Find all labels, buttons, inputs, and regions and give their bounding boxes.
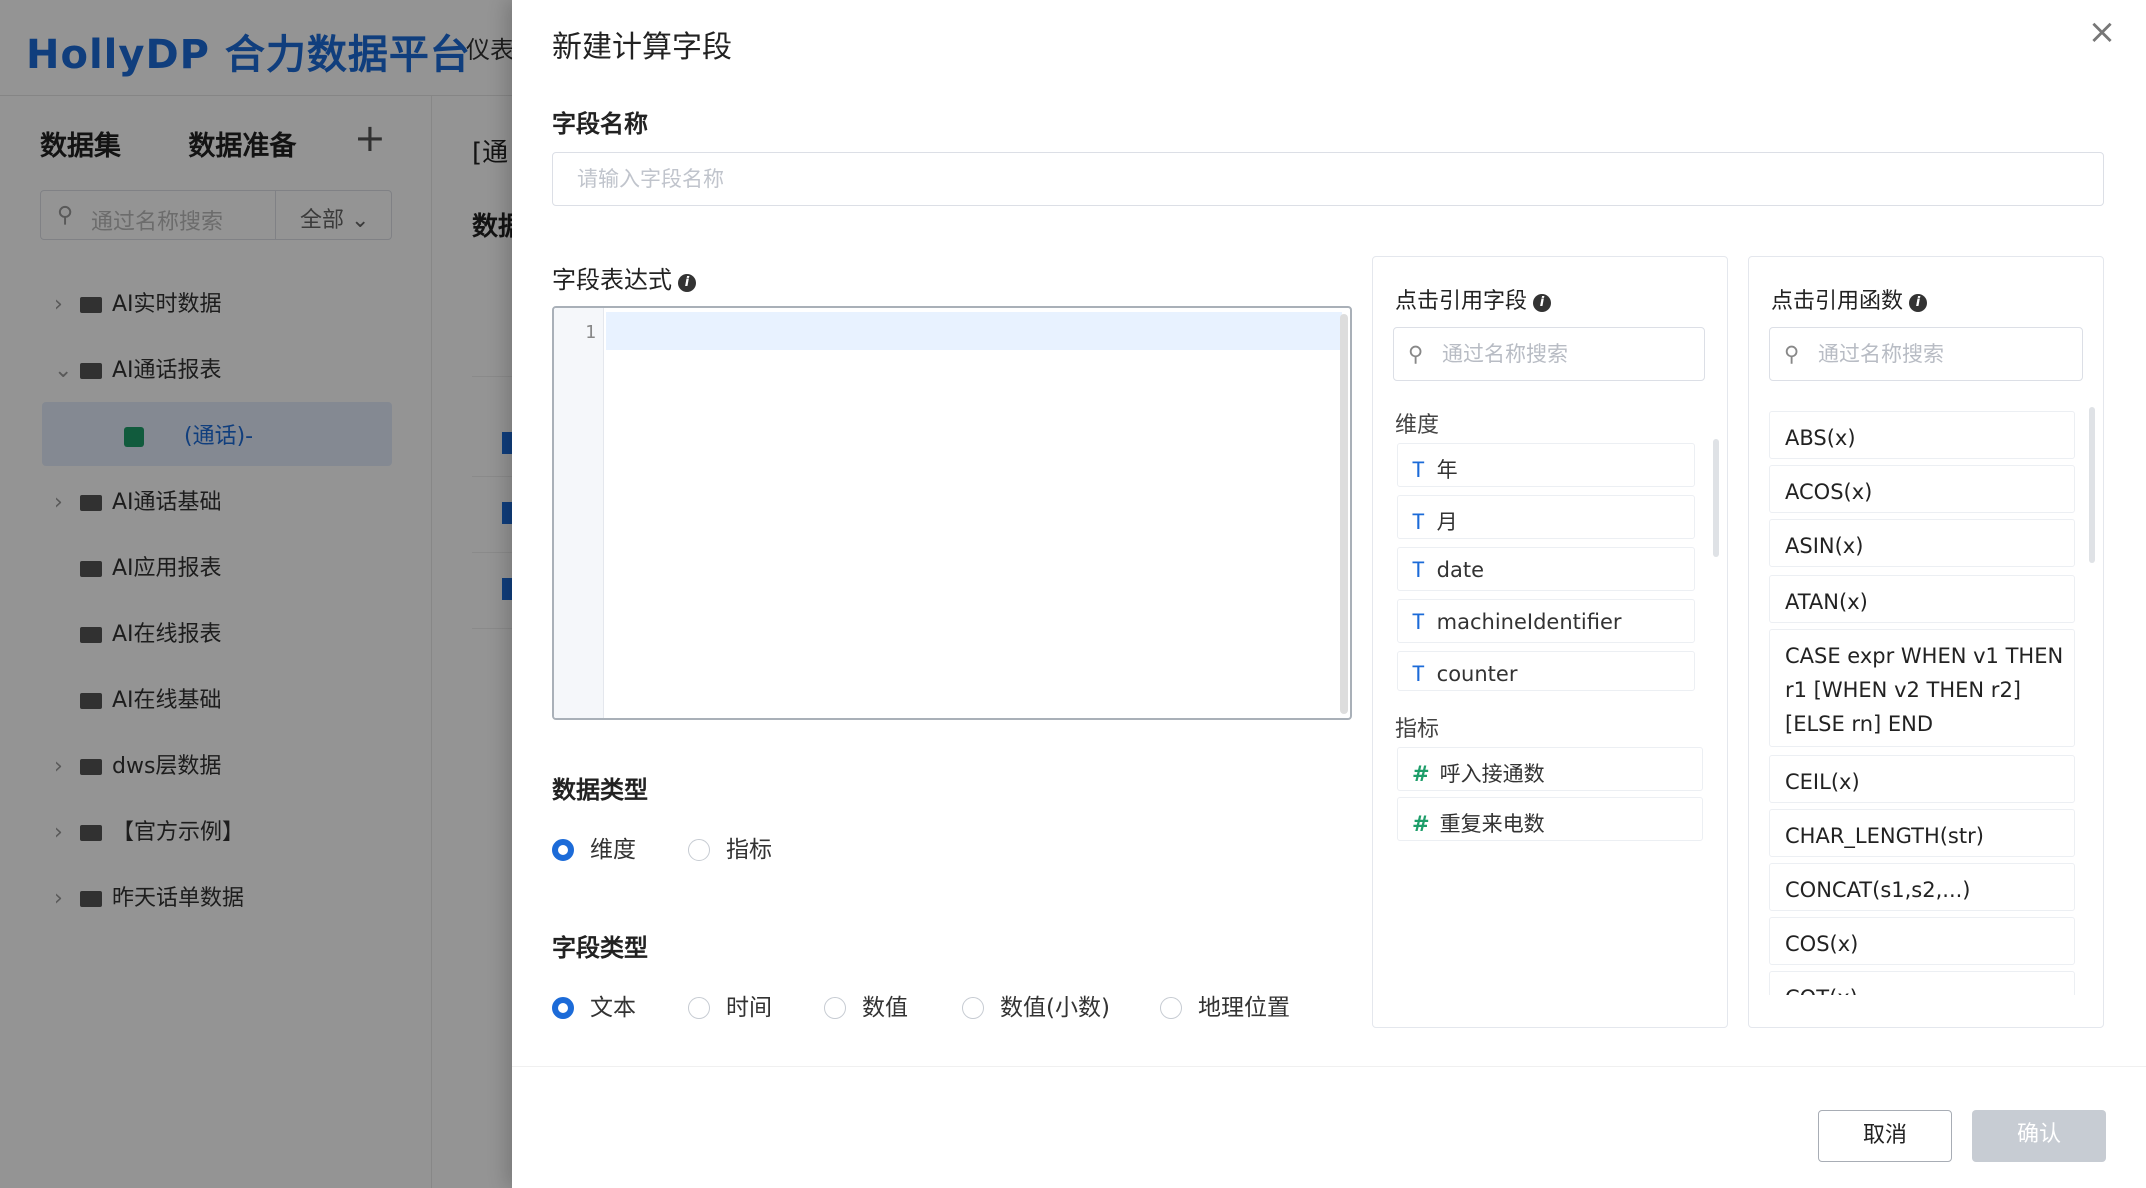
text-type-icon: T — [1412, 610, 1425, 634]
function-item[interactable]: ABS(x) — [1769, 411, 2075, 459]
field-item[interactable]: TmachineIdentifier — [1397, 599, 1695, 643]
field-item-label: machineIdentifier — [1436, 610, 1622, 634]
field-item[interactable]: # 重复来电数 — [1397, 797, 1703, 841]
close-icon[interactable]: × — [2082, 12, 2122, 52]
info-icon[interactable]: i — [1533, 294, 1552, 312]
field-item-label: date — [1436, 558, 1485, 582]
field-search-input[interactable] — [1442, 338, 1662, 370]
new-calculated-field-dialog: 新建计算字段 × 字段名称 字段表达式 i 1 数据类型 维度 指标 字段类型 文… — [512, 0, 2146, 1188]
field-name-label: 字段名称 — [552, 110, 648, 138]
radio-dot — [688, 997, 710, 1019]
radio-label: 数值 — [862, 995, 908, 1021]
expression-label-text: 字段表达式 — [552, 266, 672, 294]
function-list: ABS(x) ACOS(x) ASIN(x) ATAN(x) CASE expr… — [1749, 411, 2103, 995]
dimension-scrollbar[interactable] — [1713, 439, 1719, 557]
field-item-label: 年 — [1436, 458, 1458, 482]
field-search[interactable]: ⚲ — [1393, 327, 1705, 381]
radio-dot — [1160, 997, 1182, 1019]
search-icon: ⚲ — [1408, 342, 1424, 366]
expression-label: 字段表达式 i — [552, 260, 696, 295]
field-type-label: 字段类型 — [552, 934, 648, 962]
function-item[interactable]: CASE expr WHEN v1 THEN r1 [WHEN v2 THEN … — [1769, 629, 2075, 747]
dimension-group-label: 维度 — [1395, 413, 1440, 438]
radio-dot — [962, 997, 984, 1019]
radio-label: 地理位置 — [1198, 995, 1290, 1021]
number-type-icon: # — [1412, 812, 1430, 836]
radio-dot — [688, 839, 710, 861]
data-type-label: 数据类型 — [552, 776, 648, 804]
func-ref-title: 点击引用函数 i — [1771, 283, 1928, 315]
function-item[interactable]: COS(x) — [1769, 917, 2075, 965]
function-item[interactable]: ATAN(x) — [1769, 575, 2075, 623]
editor-active-line[interactable] — [606, 312, 1342, 350]
function-search[interactable]: ⚲ — [1769, 327, 2083, 381]
function-item[interactable]: ACOS(x) — [1769, 465, 2075, 513]
radio-label: 维度 — [590, 837, 636, 863]
field-item-label: 月 — [1436, 510, 1458, 534]
func-ref-title-text: 点击引用函数 — [1771, 289, 1904, 314]
field-item-label: 重复来电数 — [1439, 812, 1545, 836]
radio-dimension[interactable]: 维度 — [552, 830, 636, 864]
field-item[interactable]: # 呼入接通数 — [1397, 747, 1703, 791]
dialog-title: 新建计算字段 — [552, 30, 732, 65]
radio-dot-checked — [552, 839, 574, 861]
info-icon[interactable]: i — [1909, 294, 1928, 312]
footer-divider — [512, 1066, 2146, 1067]
function-item[interactable]: CEIL(x) — [1769, 755, 2075, 803]
field-item-label: counter — [1436, 662, 1518, 686]
radio-decimal[interactable]: 数值(小数) — [962, 988, 1110, 1022]
radio-text[interactable]: 文本 — [552, 988, 636, 1022]
radio-label: 时间 — [726, 995, 772, 1021]
cancel-button[interactable]: 取消 — [1818, 1110, 1952, 1162]
field-name-input[interactable] — [552, 152, 2104, 206]
text-type-icon: T — [1412, 458, 1425, 482]
search-icon: ⚲ — [1784, 342, 1800, 366]
expression-editor[interactable]: 1 — [552, 306, 1352, 720]
radio-metric[interactable]: 指标 — [688, 830, 772, 864]
text-type-icon: T — [1412, 662, 1425, 686]
field-ref-title: 点击引用字段 i — [1395, 283, 1552, 315]
field-item-label: 呼入接通数 — [1439, 762, 1545, 786]
text-type-icon: T — [1412, 510, 1425, 534]
radio-label: 数值(小数) — [1000, 995, 1110, 1021]
editor-scrollbar[interactable] — [1340, 314, 1348, 714]
radio-time[interactable]: 时间 — [688, 988, 772, 1022]
function-reference-panel: 点击引用函数 i ⚲ ABS(x) ACOS(x) ASIN(x) ATAN(x)… — [1748, 256, 2104, 1028]
function-item[interactable]: COT(x) — [1769, 971, 2075, 995]
field-item[interactable]: T年 — [1397, 443, 1695, 487]
radio-dot — [824, 997, 846, 1019]
text-type-icon: T — [1412, 558, 1425, 582]
function-search-input[interactable] — [1818, 338, 2038, 370]
field-item[interactable]: T月 — [1397, 495, 1695, 539]
function-item[interactable]: CONCAT(s1,s2,...) — [1769, 863, 2075, 911]
info-icon[interactable]: i — [678, 274, 696, 292]
field-item[interactable]: Tcounter — [1397, 651, 1695, 691]
field-item[interactable]: Tdate — [1397, 547, 1695, 591]
line-number: 1 — [585, 322, 596, 343]
number-type-icon: # — [1412, 762, 1430, 786]
radio-dot-checked — [552, 997, 574, 1019]
field-ref-title-text: 点击引用字段 — [1395, 289, 1528, 314]
metric-group-label: 指标 — [1395, 717, 1440, 742]
radio-geo[interactable]: 地理位置 — [1160, 988, 1290, 1022]
radio-label: 文本 — [590, 995, 636, 1021]
radio-label: 指标 — [726, 837, 772, 863]
function-item[interactable]: ASIN(x) — [1769, 519, 2075, 567]
function-item[interactable]: CHAR_LENGTH(str) — [1769, 809, 2075, 857]
field-reference-panel: 点击引用字段i ⚲ 维度 T年 T月 Tdate TmachineIdentif… — [1372, 256, 1728, 1028]
editor-gutter: 1 — [554, 308, 604, 718]
radio-number[interactable]: 数值 — [824, 988, 908, 1022]
confirm-button[interactable]: 确认 — [1972, 1110, 2106, 1162]
